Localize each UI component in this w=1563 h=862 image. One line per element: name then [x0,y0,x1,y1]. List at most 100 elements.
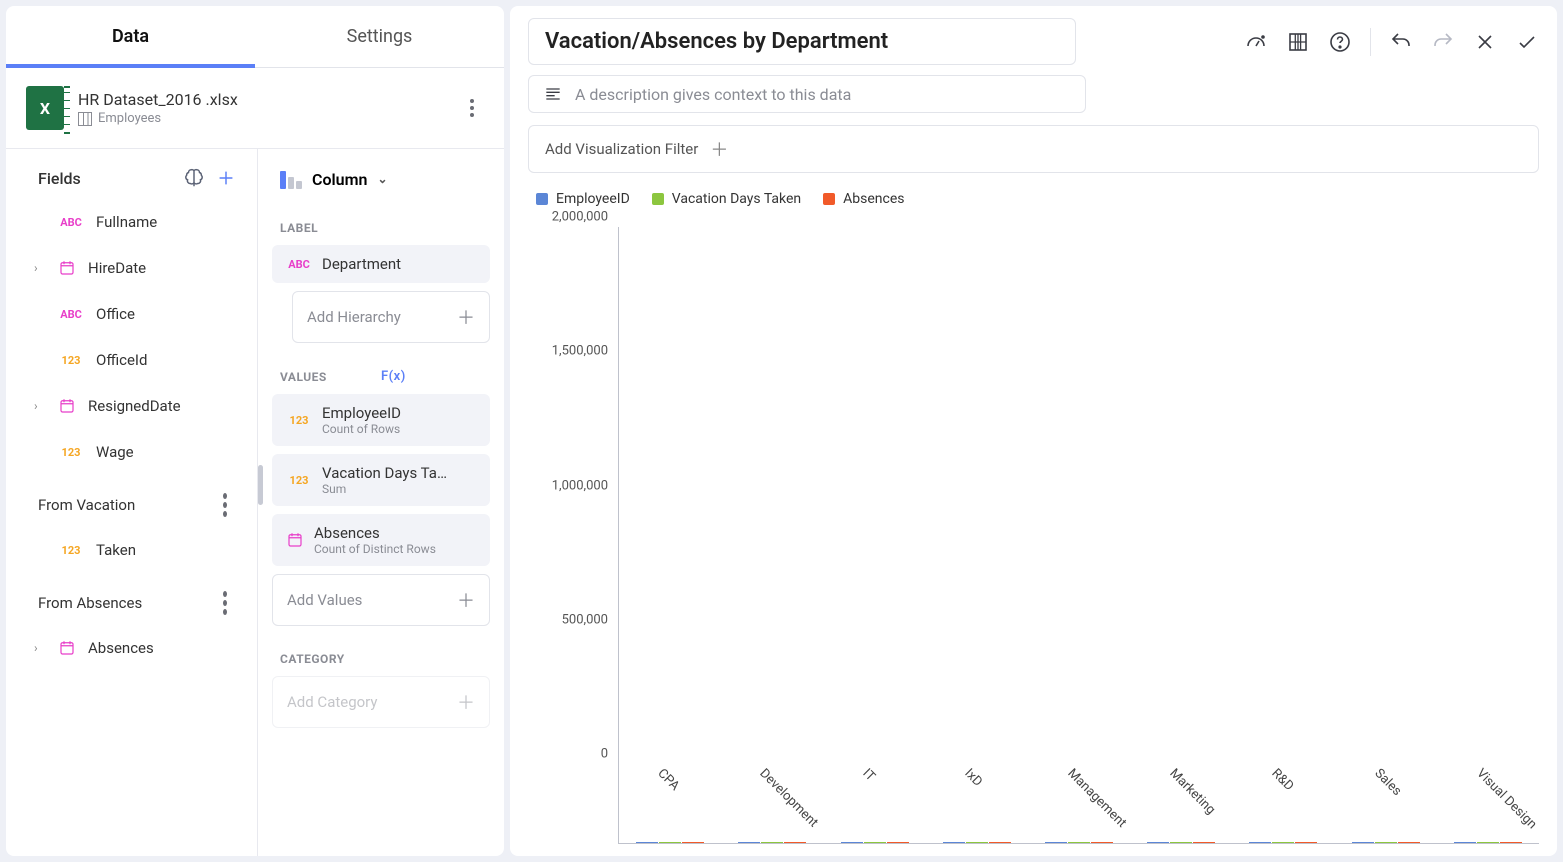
legend-item-employeeid[interactable]: EmployeeID [536,191,630,207]
chart-legend: EmployeeID Vacation Days Taken Absences [528,187,1539,217]
legend-item-absences[interactable]: Absences [823,191,904,207]
value-chip-title: Vacation Days Ta… [322,464,476,482]
x-tick-label: Development [757,766,821,830]
field-label: Absences [88,639,154,657]
description-input[interactable]: A description gives context to this data [528,75,1086,113]
field-item[interactable]: ›HireDate [6,245,257,291]
value-chip[interactable]: AbsencesCount of Distinct Rows [272,514,490,566]
field-item[interactable]: ABCFullname [6,199,257,245]
paragraph-icon [543,84,563,104]
field-item[interactable]: ›ResignedDate [6,383,257,429]
datasource-menu-button[interactable] [460,96,484,120]
field-group-vacation: From Vacation [6,475,257,527]
value-chip-title: Absences [314,524,476,542]
values-section-header: VALUES F(x) [258,351,504,394]
chart-plot[interactable] [618,227,1539,844]
label-section-header: LABEL [258,203,504,245]
y-tick-label: 1,500,000 [528,344,608,359]
visualization-panel: A description gives context to this data… [510,6,1557,856]
calendar-icon [58,639,76,657]
value-chip-sub: Count of Rows [322,422,476,436]
fields-list[interactable]: ABCFullname›HireDateABCOffice123OfficeId… [6,199,257,856]
expand-icon[interactable]: › [34,399,46,413]
value-chip-sub: Sum [322,482,476,496]
field-item[interactable]: 123OfficeId [6,337,257,383]
label-chip-department[interactable]: ABC Department [272,245,490,283]
y-tick-label: 2,000,000 [528,210,608,225]
viz-config-column: Column ⌄ LABEL ABC Department Add Hierar… [258,149,504,856]
add-filter-button[interactable]: Add Visualization Filter ＋ [528,125,1539,173]
x-tick-label: Marketing [1166,766,1218,818]
y-tick-label: 500,000 [528,612,608,627]
abc-type-icon: ABC [58,308,84,321]
legend-item-vacation[interactable]: Vacation Days Taken [652,191,801,207]
value-chip[interactable]: 123 Vacation Days Ta…Sum [272,454,490,506]
field-item[interactable]: › Absences [6,625,257,671]
chart-area: 0500,0001,000,0001,500,0002,000,000 CPAD… [528,217,1539,844]
confirm-icon[interactable] [1515,30,1539,54]
datasource-info: HR Dataset_2016 .xlsx Employees [78,90,446,126]
calendar-icon [286,531,304,549]
tab-settings[interactable]: Settings [255,6,504,67]
add-values-label: Add Values [287,591,362,609]
group-menu-button[interactable] [213,591,237,615]
numeric-type-icon: 123 [58,446,84,459]
x-tick-label: Management [1064,766,1129,831]
plus-icon: ＋ [710,136,728,162]
add-field-button[interactable] [215,167,237,189]
add-filter-label: Add Visualization Filter [545,140,698,158]
category-section-header: CATEGORY [258,634,504,676]
x-tick-label: Sales [1371,766,1404,799]
numeric-type-icon: 123 [286,474,312,487]
column-chart-icon [280,169,302,189]
value-chip-sub: Count of Distinct Rows [314,542,476,556]
value-chip-title: EmployeeID [322,404,476,422]
field-label: Taken [96,541,136,559]
field-label: Wage [96,443,134,461]
x-tick-label: IT [859,766,877,784]
fx-button[interactable]: F(x) [381,369,482,384]
add-category-dropzone[interactable]: Add Category ＋ [272,676,490,728]
add-hierarchy-label: Add Hierarchy [307,308,401,326]
help-icon[interactable] [1328,30,1352,54]
visualization-title-input[interactable] [528,18,1076,65]
expand-icon[interactable]: › [34,641,46,655]
datasource-name: HR Dataset_2016 .xlsx [78,90,446,109]
config-scrollbar-thumb[interactable] [258,465,263,505]
table-icon [78,112,92,126]
legend-label: Vacation Days Taken [672,191,801,207]
config-panel: Data Settings X HR Dataset_2016 .xlsx Em… [6,6,504,856]
undo-icon[interactable] [1389,30,1413,54]
tab-data[interactable]: Data [6,6,255,67]
value-chip[interactable]: 123EmployeeIDCount of Rows [272,394,490,446]
x-tick-label: IxD [962,766,986,790]
numeric-type-icon: 123 [58,354,84,367]
numeric-type-icon: 123 [58,544,84,557]
plus-icon: ＋ [457,689,475,715]
brain-icon[interactable] [183,167,205,189]
add-hierarchy-dropzone[interactable]: Add Hierarchy ＋ [292,291,490,343]
toolbar-divider [1370,28,1371,56]
close-icon[interactable] [1473,30,1497,54]
field-group-absences: From Absences [6,573,257,625]
chart-type-label: Column [312,170,367,189]
legend-label: Absences [843,191,904,207]
grid-icon[interactable] [1286,30,1310,54]
gauge-icon[interactable] [1244,30,1268,54]
legend-label: EmployeeID [556,191,630,207]
field-label: Fullname [96,213,157,231]
field-item[interactable]: ABCOffice [6,291,257,337]
expand-icon[interactable]: › [34,261,46,275]
visualization-toolbar [1244,28,1539,56]
group-menu-button[interactable] [213,493,237,517]
datasource-row[interactable]: X HR Dataset_2016 .xlsx Employees [6,68,504,149]
add-category-label: Add Category [287,693,378,711]
calendar-icon [58,397,76,415]
plus-icon: ＋ [457,304,475,330]
datasource-table: Employees [78,111,446,126]
field-item[interactable]: 123 Taken [6,527,257,573]
field-item[interactable]: 123 Wage [6,429,257,475]
chart-type-selector[interactable]: Column ⌄ [258,149,504,203]
add-values-dropzone[interactable]: Add Values ＋ [272,574,490,626]
redo-icon[interactable] [1431,30,1455,54]
